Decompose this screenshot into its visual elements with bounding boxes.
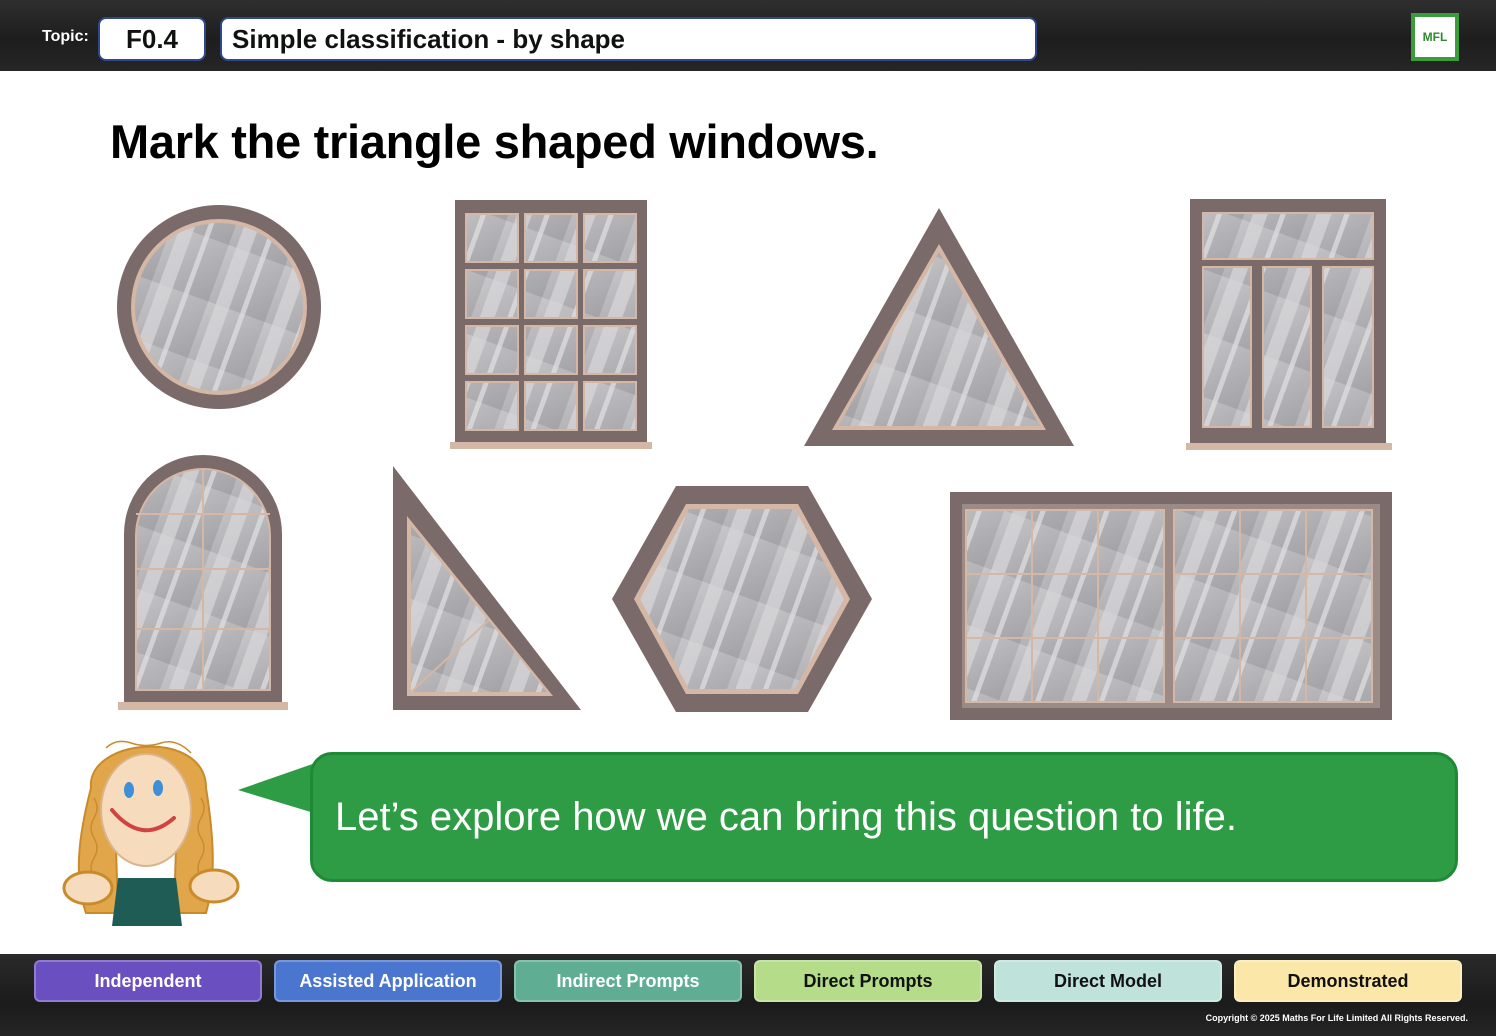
mfl-logo-icon[interactable]: MFL: [1411, 13, 1459, 61]
level-button-assisted-application[interactable]: Assisted Application: [274, 960, 502, 1002]
right-triangle-window[interactable]: [391, 464, 583, 714]
topic-code: F0.4: [98, 17, 206, 61]
speech-text: Let’s explore how we can bring this ques…: [335, 794, 1238, 839]
question-text: Mark the triangle shaped windows.: [110, 115, 879, 168]
level-button-independent[interactable]: Independent: [34, 960, 262, 1002]
level-button-direct-model[interactable]: Direct Model: [994, 960, 1222, 1002]
arched-window[interactable]: [118, 454, 288, 714]
hexagon-window[interactable]: [610, 484, 874, 714]
copyright-text: Copyright © 2025 Maths For Life Limited …: [1205, 1013, 1468, 1023]
level-button-direct-prompts[interactable]: Direct Prompts: [754, 960, 982, 1002]
topic-label: Topic:: [42, 28, 89, 45]
triangle-window[interactable]: [802, 208, 1076, 448]
grid-window[interactable]: [450, 200, 652, 452]
topic-title: Simple classification - by shape: [220, 17, 1037, 61]
level-button-demonstrated[interactable]: Demonstrated: [1234, 960, 1462, 1002]
transom-window[interactable]: [1186, 199, 1392, 453]
speech-bubble: Let’s explore how we can bring this ques…: [310, 752, 1458, 882]
logo-text: MFL: [1422, 30, 1448, 44]
wide-window[interactable]: [948, 490, 1394, 722]
girl-character-icon: [62, 740, 240, 926]
level-button-indirect-prompts[interactable]: Indirect Prompts: [514, 960, 742, 1002]
circle-window[interactable]: [116, 204, 322, 410]
